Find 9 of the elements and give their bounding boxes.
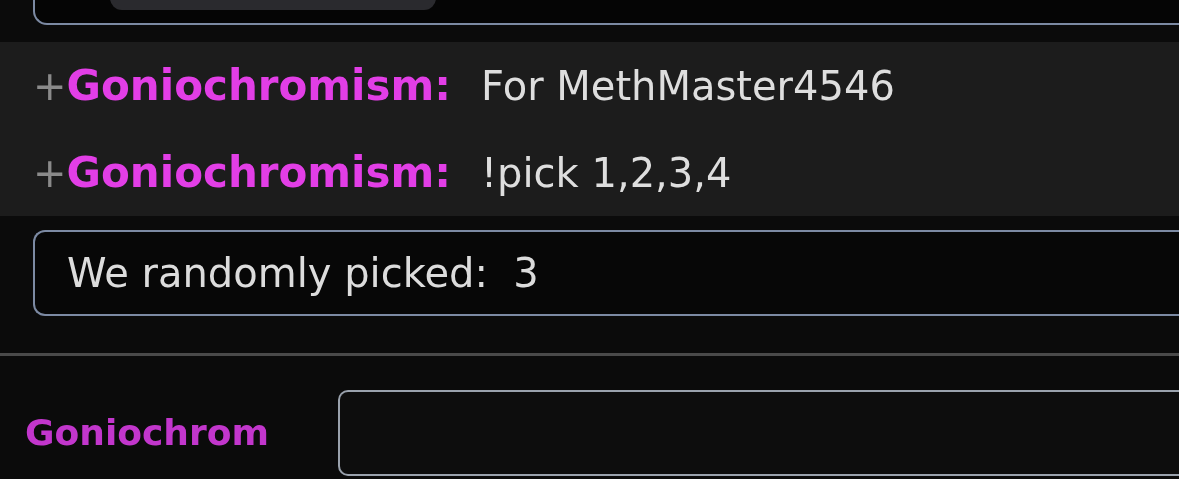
username[interactable]: Goniochromism:	[66, 54, 452, 117]
message-input[interactable]	[338, 390, 1179, 476]
message-text: For MethMaster4546	[481, 61, 895, 111]
expand-toggle[interactable]: +	[33, 142, 67, 203]
system-message: We randomly picked: 3	[67, 249, 539, 298]
expand-toggle[interactable]: +	[33, 55, 67, 116]
username[interactable]: Goniochromism:	[66, 141, 452, 204]
username-label: Goniochrom	[25, 411, 270, 455]
message-text: !pick 1,2,3,4	[481, 148, 732, 198]
